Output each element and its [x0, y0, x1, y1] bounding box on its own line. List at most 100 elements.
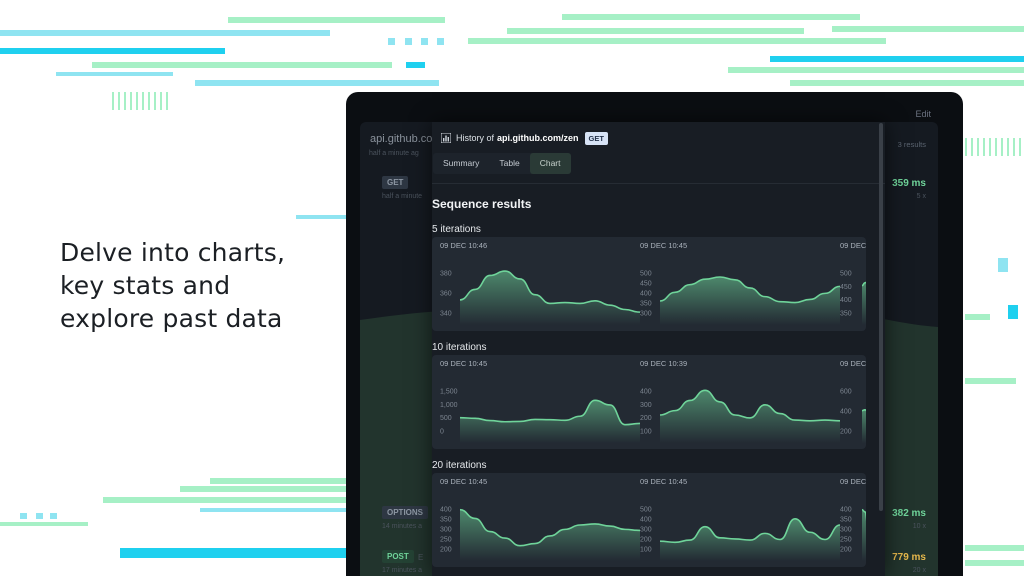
- y-tick-label: 1,500: [440, 389, 458, 396]
- decor-stripe: [437, 38, 444, 45]
- edit-button[interactable]: Edit: [915, 109, 931, 119]
- tab-summary[interactable]: Summary: [433, 153, 489, 174]
- bar-chart-icon: [441, 133, 451, 143]
- y-tick-label: 300: [640, 402, 652, 409]
- y-tick-label: 300: [840, 527, 852, 534]
- scrollbar[interactable]: [879, 123, 883, 511]
- y-tick-label: 250: [840, 537, 852, 544]
- method-badge: GET: [382, 176, 409, 189]
- y-tick-label: 400: [640, 389, 652, 396]
- y-tick-label: 200: [640, 537, 652, 544]
- y-tick-label: 1,000: [440, 402, 458, 409]
- method-badge: OPTIONS: [382, 506, 429, 519]
- chart-row-20-iterations: 09 DEC 10:45 400 350 300 250 200 09 DEC 10:45 5…: [440, 477, 866, 561]
- decor-stripe: [160, 92, 162, 110]
- y-tick-label: 360: [440, 291, 452, 298]
- y-tick-label: 500: [440, 415, 452, 422]
- history-label: History of: [456, 133, 495, 143]
- y-tick-label: 300: [440, 527, 452, 534]
- request-subtitle: half a minute ag: [369, 150, 419, 157]
- decor-stripe: [92, 62, 392, 68]
- y-tick-label: 200: [840, 547, 852, 554]
- decor-stripe: [406, 62, 425, 68]
- y-tick-label: 450: [640, 281, 652, 288]
- decor-stripe: [50, 513, 57, 519]
- decor-stripe: [228, 17, 445, 23]
- decor-stripe: [148, 92, 150, 110]
- headline: Delve into charts, key stats and explore…: [60, 236, 330, 335]
- series-area: [460, 271, 640, 325]
- chart-panel: 09 DEC 10:45 1,500 1,000 500 0 09 DEC 10:39 40…: [432, 355, 866, 449]
- request-time-ago: half a minute: [382, 193, 423, 200]
- headline-line: Delve into charts,: [60, 238, 286, 267]
- decor-stripe: [36, 513, 43, 519]
- decor-stripe: [142, 92, 144, 110]
- y-tick-label: 300: [640, 311, 652, 318]
- decor-stripe: [405, 38, 412, 45]
- modal-header: History of api.github.com/zen GET: [441, 131, 608, 145]
- history-url: api.github.com/zen: [497, 133, 579, 143]
- y-tick-label: 350: [440, 517, 452, 524]
- decor-stripe: [770, 56, 1024, 62]
- response-time: 779 ms: [892, 552, 926, 563]
- y-tick-label: 380: [440, 271, 452, 278]
- y-tick-label: 500: [640, 271, 652, 278]
- decor-stripe: [200, 508, 346, 512]
- chart-date-label: 09 DEC 10:45: [440, 359, 487, 368]
- y-tick-label: 200: [840, 429, 852, 436]
- decor-stripe: [154, 92, 156, 110]
- chart-date-label: 09 DEC 10:45: [440, 477, 487, 486]
- decor-stripe: [832, 26, 1024, 32]
- y-tick-label: 0: [440, 429, 444, 436]
- series-area: [862, 509, 866, 561]
- decor-stripe: [1008, 305, 1018, 319]
- chart-date-label: 09 DEC 10:45: [640, 241, 687, 250]
- decor-stripe: [0, 522, 88, 526]
- y-tick-label: 250: [440, 537, 452, 544]
- decor-stripe: [180, 486, 346, 492]
- y-tick-label: 400: [840, 507, 852, 514]
- headline-line: explore past data: [60, 304, 283, 333]
- chart-panel: 09 DEC 10:46 380 360 340 09 DEC 10:45 500 450 4…: [432, 237, 866, 331]
- decor-stripe: [118, 92, 120, 110]
- decor-stripe: [136, 92, 138, 110]
- y-tick-label: 350: [640, 301, 652, 308]
- decor-stripe: [965, 378, 1016, 384]
- series-area: [660, 277, 840, 325]
- y-tick-label: 400: [440, 507, 452, 514]
- iteration-count: 20 x: [912, 567, 926, 574]
- chart-date-label: 09 DEC 10:45: [640, 477, 687, 486]
- decor-stripe: [728, 67, 1024, 73]
- decor-stripe: [20, 513, 27, 519]
- iteration-count: 5 x: [916, 193, 926, 200]
- y-tick-label: 200: [440, 547, 452, 554]
- decor-stripe: [166, 92, 168, 110]
- decor-stripe: [562, 14, 860, 20]
- iteration-count: 10 x: [912, 523, 926, 530]
- tab-chart[interactable]: Chart: [529, 153, 571, 174]
- chart-date-label: 09 DEC 10:39: [640, 359, 687, 368]
- method-badge: GET: [584, 131, 608, 145]
- y-tick-label: 100: [640, 429, 652, 436]
- decor-stripe: [421, 38, 428, 45]
- view-tabs: Summary Table Chart: [433, 153, 571, 174]
- request-time-ago: 14 minutes a: [382, 523, 423, 530]
- chart-date-label: 09 DEC: [840, 359, 866, 368]
- series-area: [862, 282, 866, 325]
- y-tick-label: 400: [840, 297, 852, 304]
- headline-line: key stats and: [60, 271, 231, 300]
- decor-stripe: [296, 215, 346, 219]
- decor-stripe: [195, 80, 439, 86]
- decor-stripe: [790, 80, 1024, 86]
- decor-stripe: [103, 497, 346, 503]
- decor-stripe: [965, 138, 1024, 156]
- response-time: 382 ms: [892, 508, 926, 519]
- y-tick-label: 400: [840, 409, 852, 416]
- decor-stripe: [998, 258, 1008, 272]
- chart-date-label: 09 DEC: [840, 241, 866, 250]
- decor-stripe: [0, 48, 225, 54]
- decor-stripe: [120, 548, 346, 558]
- tab-table[interactable]: Table: [489, 153, 529, 174]
- results-count: 3 results: [897, 140, 926, 149]
- chart-panel: 09 DEC 10:45 400 350 300 250 200 09 DEC 10:45 5…: [432, 473, 866, 567]
